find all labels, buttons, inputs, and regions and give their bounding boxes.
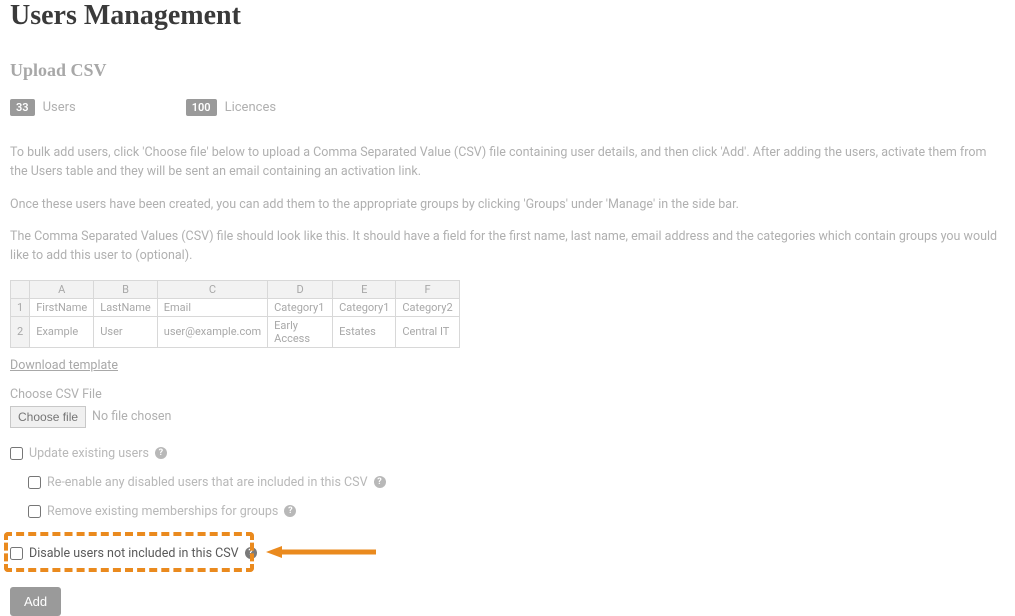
page-title: Users Management	[10, 0, 1005, 32]
users-label: Users	[43, 100, 76, 115]
highlighted-checkbox-container: Disable users not included in this CSV ?	[10, 546, 257, 561]
licences-badge: 100	[186, 99, 217, 116]
file-input-row: Choose file No file chosen	[10, 406, 1005, 428]
instruction-p1: To bulk add users, click 'Choose file' b…	[10, 144, 1005, 182]
licences-stat: 100 Licences	[186, 99, 276, 116]
choose-file-label: Choose CSV File	[10, 387, 1005, 402]
help-icon[interactable]: ?	[155, 447, 167, 459]
file-status: No file chosen	[92, 409, 171, 424]
disable-not-included-label: Disable users not included in this CSV	[29, 546, 239, 561]
help-icon[interactable]: ?	[284, 505, 296, 517]
users-badge: 33	[10, 99, 35, 116]
upload-csv-subtitle: Upload CSV	[10, 60, 1005, 81]
remove-memberships-checkbox[interactable]	[28, 505, 41, 518]
remove-memberships-label: Remove existing memberships for groups	[47, 504, 278, 519]
download-template-link[interactable]: Download template	[10, 358, 118, 373]
help-icon[interactable]: ?	[374, 476, 386, 488]
licences-label: Licences	[225, 100, 276, 115]
update-existing-row: Update existing users ?	[10, 446, 1005, 461]
users-stat: 33 Users	[10, 99, 76, 116]
help-icon[interactable]: ?	[245, 547, 257, 559]
disable-not-included-checkbox[interactable]	[10, 547, 23, 560]
add-button[interactable]: Add	[10, 587, 61, 616]
choose-file-button[interactable]: Choose file	[10, 406, 86, 428]
reenable-row: Re-enable any disabled users that are in…	[28, 475, 1005, 490]
instruction-p3: The Comma Separated Values (CSV) file sh…	[10, 228, 1005, 266]
csv-preview-table: A B C D E F 1 FirstName LastName Email C…	[10, 280, 460, 348]
disable-not-included-row: Disable users not included in this CSV ?	[10, 546, 257, 561]
update-existing-label: Update existing users	[29, 446, 149, 461]
stats-row: 33 Users 100 Licences	[10, 99, 1005, 116]
arrow-icon	[266, 544, 376, 560]
update-existing-checkbox[interactable]	[10, 447, 23, 460]
reenable-label: Re-enable any disabled users that are in…	[47, 475, 368, 490]
remove-memberships-row: Remove existing memberships for groups ?	[28, 504, 1005, 519]
reenable-checkbox[interactable]	[28, 476, 41, 489]
instruction-p2: Once these users have been created, you …	[10, 196, 1005, 215]
